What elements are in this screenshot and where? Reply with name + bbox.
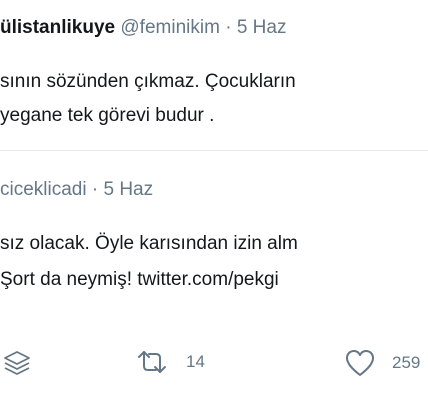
quoted-meta-separator: · xyxy=(91,179,99,200)
layers-icon xyxy=(2,348,32,378)
quoted-date[interactable]: 5 Haz xyxy=(103,179,153,200)
retweet-button[interactable]: 14 xyxy=(134,348,205,376)
retweet-count: 14 xyxy=(186,352,205,371)
retweet-icon xyxy=(134,348,170,376)
quoted-tweet-header: ciceklicadi · 5 Haz xyxy=(0,178,153,202)
like-count: 259 xyxy=(392,353,421,372)
meta-separator: · xyxy=(225,17,232,38)
user-handle[interactable]: @feminikim xyxy=(120,17,220,38)
quoted-text-line-1: sız olacak. Öyle karısından izin alm xyxy=(0,233,298,254)
divider xyxy=(0,150,428,151)
tweet-header: ülistanlikuye @feminikim · 5 Haz xyxy=(0,16,286,40)
tweet-text-line-1: sının sözünden çıkmaz. Çocukların xyxy=(0,71,296,92)
heart-icon xyxy=(344,348,376,378)
stack-button[interactable] xyxy=(2,348,32,378)
like-button[interactable]: 259 xyxy=(344,348,420,378)
tweet-date[interactable]: 5 Haz xyxy=(237,17,287,38)
quoted-handle[interactable]: ciceklicadi xyxy=(0,179,87,200)
display-name[interactable]: ülistanlikuye xyxy=(0,17,115,38)
tweet-text-line-2: yegane tek görevi budur . xyxy=(0,105,215,126)
quoted-text-line-2: Şort da neymiş! twitter.com/pekgi xyxy=(0,269,279,290)
